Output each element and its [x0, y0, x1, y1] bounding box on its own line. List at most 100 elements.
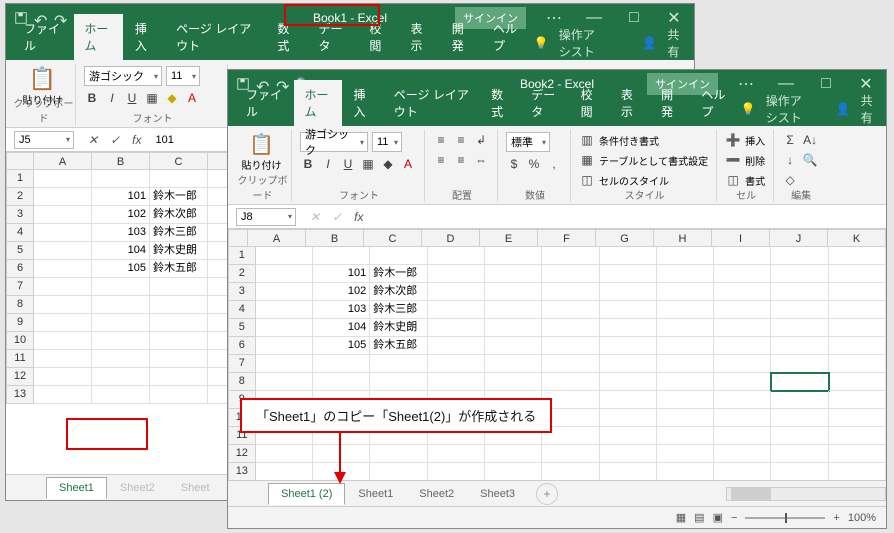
cell[interactable] [600, 319, 657, 337]
autosum-icon[interactable]: Σ [782, 132, 798, 148]
font-color-button[interactable]: A [400, 156, 416, 172]
cell[interactable] [150, 314, 208, 332]
cell[interactable] [370, 247, 427, 265]
row-header[interactable]: 13 [6, 386, 34, 404]
cell[interactable] [256, 463, 313, 480]
cell[interactable] [34, 224, 92, 242]
enter-icon[interactable]: ✓ [104, 133, 126, 147]
paste-icon[interactable]: 📋 [249, 132, 274, 157]
cell[interactable]: 鈴木一郎 [150, 188, 208, 206]
tab-review[interactable]: 校閲 [571, 80, 609, 126]
cell[interactable] [771, 319, 828, 337]
sheet-tab-sheet3[interactable]: Sheet3 [467, 483, 528, 505]
cell[interactable] [829, 319, 886, 337]
row-header[interactable]: 11 [6, 350, 34, 368]
cell[interactable] [34, 170, 92, 188]
cell[interactable] [370, 463, 427, 480]
cell[interactable]: 103 [313, 301, 370, 319]
cell[interactable] [829, 301, 886, 319]
cell[interactable] [34, 368, 92, 386]
cell[interactable] [600, 427, 657, 445]
cell-style-icon[interactable]: ◫ [579, 172, 595, 188]
fill-color-button[interactable]: ◆ [380, 156, 396, 172]
cell[interactable] [657, 319, 714, 337]
select-all[interactable] [6, 152, 34, 170]
cell[interactable] [34, 260, 92, 278]
select-all[interactable] [228, 229, 248, 247]
cell[interactable] [657, 409, 714, 427]
cell[interactable] [771, 445, 828, 463]
column-header[interactable]: F [538, 229, 596, 247]
cell[interactable] [714, 301, 771, 319]
cell[interactable] [714, 265, 771, 283]
row-header[interactable]: 2 [6, 188, 34, 206]
cell[interactable] [485, 265, 542, 283]
column-header[interactable]: C [364, 229, 422, 247]
cell[interactable] [829, 445, 886, 463]
row-header[interactable]: 8 [228, 373, 256, 391]
delete-button[interactable]: 削除 [745, 153, 765, 168]
column-header[interactable]: C [150, 152, 208, 170]
cell[interactable] [600, 409, 657, 427]
cell[interactable] [34, 314, 92, 332]
column-header[interactable]: B [306, 229, 364, 247]
cell[interactable] [600, 373, 657, 391]
tab-formula[interactable]: 数式 [481, 80, 519, 126]
cell[interactable] [256, 283, 313, 301]
tab-data[interactable]: データ [521, 80, 568, 126]
cell[interactable] [34, 332, 92, 350]
cell[interactable] [829, 355, 886, 373]
cancel-icon[interactable]: ✕ [304, 210, 326, 224]
cell[interactable] [542, 265, 599, 283]
cell[interactable] [771, 265, 828, 283]
name-box[interactable]: J8 [236, 208, 296, 226]
column-header[interactable]: B [92, 152, 150, 170]
cell[interactable]: 鈴木一郎 [370, 265, 427, 283]
cell[interactable]: 101 [313, 265, 370, 283]
cell[interactable] [829, 463, 886, 480]
cell[interactable] [771, 463, 828, 480]
cell[interactable] [600, 337, 657, 355]
cell[interactable] [428, 319, 485, 337]
column-header[interactable]: I [712, 229, 770, 247]
sheet-tab-sheet2[interactable]: Sheet2 [406, 483, 467, 505]
cell[interactable] [600, 355, 657, 373]
sheet-tab-hidden[interactable]: Sheet2 [107, 477, 168, 499]
cell[interactable] [428, 301, 485, 319]
cell[interactable] [600, 445, 657, 463]
cell[interactable] [485, 355, 542, 373]
cell[interactable] [542, 283, 599, 301]
column-header[interactable]: H [654, 229, 712, 247]
row-header[interactable]: 5 [6, 242, 34, 260]
tab-data[interactable]: データ [309, 14, 358, 60]
cell[interactable] [657, 265, 714, 283]
cell[interactable] [771, 355, 828, 373]
row-header[interactable]: 2 [228, 265, 256, 283]
cell[interactable]: 105 [92, 260, 150, 278]
zoom-slider[interactable] [745, 517, 825, 519]
table-format-icon[interactable]: ▦ [579, 152, 595, 168]
font-size[interactable]: 11 [166, 66, 200, 86]
align-mid-icon[interactable]: ≡ [453, 132, 469, 148]
cell[interactable]: 鈴木次郎 [370, 283, 427, 301]
cell[interactable] [829, 337, 886, 355]
cell[interactable]: 102 [313, 283, 370, 301]
cell[interactable] [771, 373, 828, 391]
row-header[interactable]: 7 [228, 355, 256, 373]
percent-icon[interactable]: % [526, 156, 542, 172]
font-name[interactable]: 游ゴシック [84, 66, 162, 86]
cell[interactable] [485, 319, 542, 337]
tab-file[interactable]: ファイル [236, 80, 292, 126]
cell[interactable] [657, 301, 714, 319]
cell[interactable] [542, 463, 599, 480]
comma-icon[interactable]: , [546, 156, 562, 172]
tab-home[interactable]: ホーム [294, 80, 341, 126]
cell[interactable] [542, 247, 599, 265]
align-center-icon[interactable]: ≡ [453, 152, 469, 168]
row-header[interactable]: 10 [6, 332, 34, 350]
bold-button[interactable]: B [84, 90, 100, 106]
cell[interactable] [657, 373, 714, 391]
cell[interactable] [771, 427, 828, 445]
underline-button[interactable]: U [124, 90, 140, 106]
cell[interactable] [771, 301, 828, 319]
